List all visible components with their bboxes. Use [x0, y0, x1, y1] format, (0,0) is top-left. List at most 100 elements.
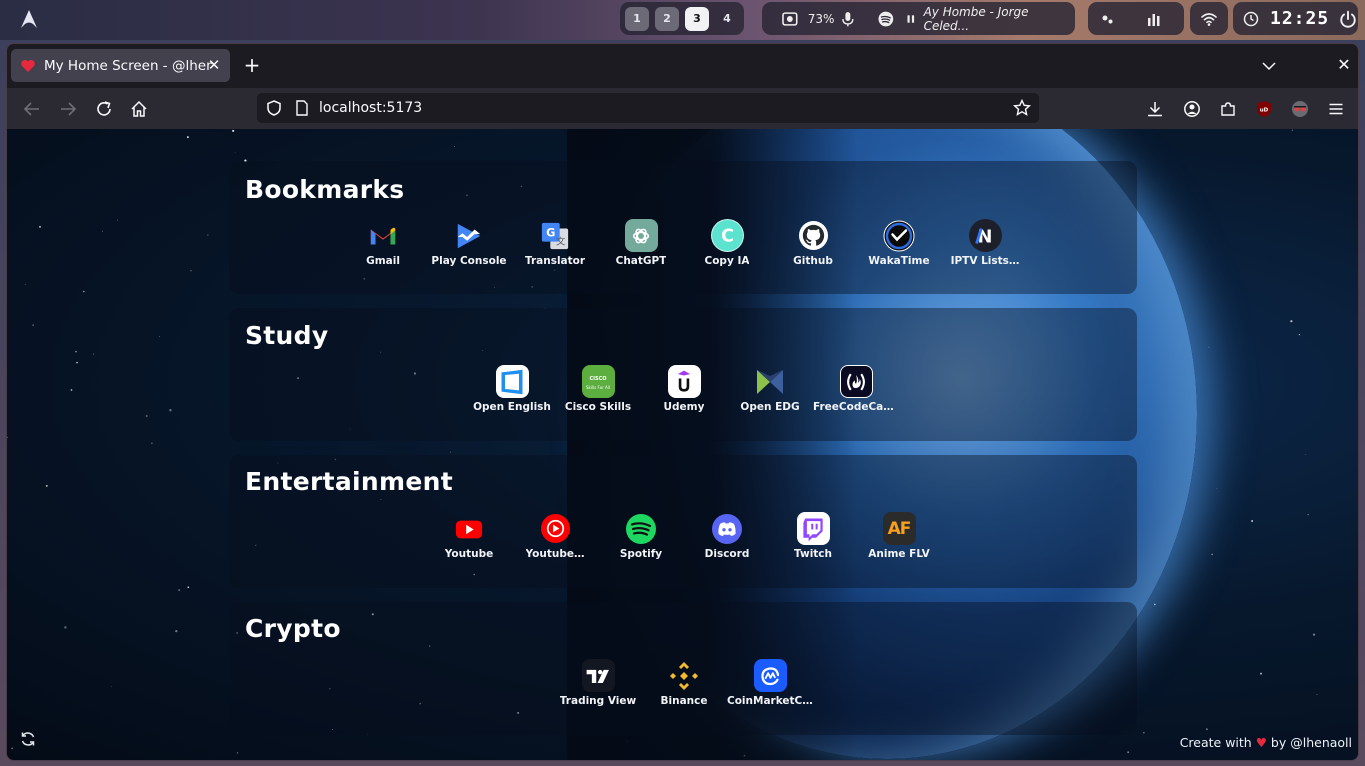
link-cisco-skills[interactable]: CISCO Skills For All Cisco Skills: [555, 365, 641, 417]
star: [11, 747, 13, 750]
now-playing-title[interactable]: Ay Hombe - Jorge Celed...: [924, 5, 1075, 33]
equalizer-icon[interactable]: [1146, 11, 1162, 27]
star: [1153, 603, 1156, 606]
menu-icon[interactable]: [1327, 100, 1345, 118]
link-label: Youtube: [444, 548, 494, 560]
pause-icon[interactable]: [906, 11, 918, 27]
link-udemy[interactable]: Udemy: [641, 365, 727, 417]
link-label: Anime FLV: [868, 548, 930, 560]
spotify-icon[interactable]: [878, 11, 894, 27]
url-bar[interactable]: localhost:5173: [257, 93, 1039, 123]
back-arrow-icon[interactable]: [23, 100, 41, 118]
link-label: Cisco Skills: [564, 401, 632, 413]
star: [32, 324, 34, 326]
clock-icon[interactable]: [1243, 11, 1259, 27]
link-open-english[interactable]: Open English: [469, 365, 555, 417]
link-label: Gmail: [366, 255, 400, 267]
link-anime-flv[interactable]: AF Anime FLV: [856, 512, 942, 564]
open-english-icon: [495, 365, 529, 398]
account-icon[interactable]: [1183, 100, 1201, 118]
star: [207, 234, 209, 236]
workspace-3-button[interactable]: 3: [685, 6, 709, 31]
star: [1307, 514, 1309, 516]
download-icon[interactable]: [1146, 100, 1164, 118]
shield-icon[interactable]: [265, 99, 283, 117]
screen-record-icon[interactable]: [782, 11, 798, 27]
star: [236, 752, 239, 754]
star: [24, 283, 26, 285]
link-copy-ia[interactable]: C Copy IA: [684, 219, 770, 271]
link-label: Spotify: [619, 548, 663, 560]
page-info-icon[interactable]: [294, 100, 310, 116]
ublock-icon[interactable]: uD: [1255, 100, 1273, 118]
spotify-icon: [625, 512, 658, 545]
link-youtube[interactable]: Youtube: [426, 512, 512, 564]
cisco-wordmark: CISCO: [589, 376, 607, 382]
link-label: CoinMarketCap: [727, 695, 813, 707]
star: [7, 436, 8, 439]
workspace-2-button[interactable]: 2: [655, 6, 679, 31]
mask-extension-icon[interactable]: [1291, 100, 1309, 118]
arch-logo-icon[interactable]: [19, 9, 39, 29]
link-discord[interactable]: Discord: [684, 512, 770, 564]
navigation-toolbar: localhost:5173 uD: [7, 88, 1358, 129]
volume-level[interactable]: 73%: [808, 12, 835, 26]
home-icon[interactable]: [130, 100, 148, 118]
media-widget: 73% Ay Hombe - Jorge Celed...: [762, 2, 1075, 35]
link-grid: Open English CISCO Skills For All Cisco …: [229, 308, 1137, 441]
workspace-4-button[interactable]: 4: [715, 7, 739, 31]
refresh-background-icon[interactable]: [19, 730, 37, 748]
link-trading-view[interactable]: Trading View: [555, 659, 641, 711]
link-iptv-lists[interactable]: N IPTV Lists…: [942, 219, 1028, 271]
new-tab-button[interactable]: +: [243, 55, 261, 75]
animeflv-wordmark: AF: [887, 518, 912, 539]
url-text[interactable]: localhost:5173: [319, 100, 422, 116]
animeflv-icon: AF: [882, 512, 916, 545]
link-binance[interactable]: Binance: [641, 659, 727, 711]
credit-author-link[interactable]: by @lhenaoll: [1271, 735, 1352, 750]
tray-icon[interactable]: [1100, 11, 1116, 27]
link-gmail[interactable]: Gmail: [340, 219, 426, 271]
star: [117, 219, 118, 221]
power-icon[interactable]: [1339, 10, 1357, 28]
cisco-icon: CISCO Skills For All: [581, 365, 615, 398]
link-spotify[interactable]: Spotify: [598, 512, 684, 564]
microphone-icon[interactable]: [840, 11, 856, 27]
bookmark-star-icon[interactable]: [1013, 99, 1031, 117]
star: [234, 152, 236, 154]
reload-icon[interactable]: [95, 100, 113, 118]
link-youtube-music[interactable]: Youtube…: [512, 512, 598, 564]
workspace-1-button[interactable]: 1: [625, 6, 649, 31]
system-clock[interactable]: 12:25: [1270, 8, 1329, 29]
link-label: Open English: [473, 401, 551, 413]
section-study: Study Open English CISCO Skills For All: [229, 308, 1137, 441]
star: [232, 129, 235, 132]
link-github[interactable]: Github: [770, 219, 856, 271]
tab-strip: My Home Screen - @lhenaoll ✕ + ✕: [7, 44, 1358, 88]
link-label: Trading View: [559, 695, 637, 707]
tab-close-icon[interactable]: ✕: [206, 57, 222, 73]
link-coinmarketcap[interactable]: CoinMarketCap: [727, 659, 813, 711]
link-label: IPTV Lists…: [950, 255, 1020, 267]
link-freecodecamp[interactable]: FreeCodeCamp: [813, 365, 899, 417]
star: [102, 230, 103, 232]
wifi-icon[interactable]: [1201, 11, 1217, 27]
link-chatgpt[interactable]: ChatGPT: [598, 219, 684, 271]
window-close-button[interactable]: ✕: [1336, 57, 1352, 73]
forward-arrow-icon[interactable]: [59, 100, 77, 118]
star: [1216, 488, 1218, 490]
link-twitch[interactable]: Twitch: [770, 512, 856, 564]
star: [1208, 346, 1210, 348]
link-play-console[interactable]: Play Console: [426, 219, 512, 271]
link-wakatime[interactable]: WakaTime: [856, 219, 942, 271]
link-open-edg[interactable]: Open EDG: [727, 365, 813, 417]
star: [159, 336, 160, 338]
chevron-down-icon[interactable]: [1261, 58, 1277, 74]
svg-text:G: G: [546, 226, 555, 239]
tab-my-home-screen[interactable]: My Home Screen - @lhenaoll ✕: [11, 49, 230, 82]
freecodecamp-icon: [839, 365, 873, 398]
star: [151, 442, 153, 444]
open-edg-icon: [754, 365, 787, 398]
extensions-icon[interactable]: [1219, 100, 1237, 118]
link-translator[interactable]: G 文 Translator: [512, 219, 598, 271]
